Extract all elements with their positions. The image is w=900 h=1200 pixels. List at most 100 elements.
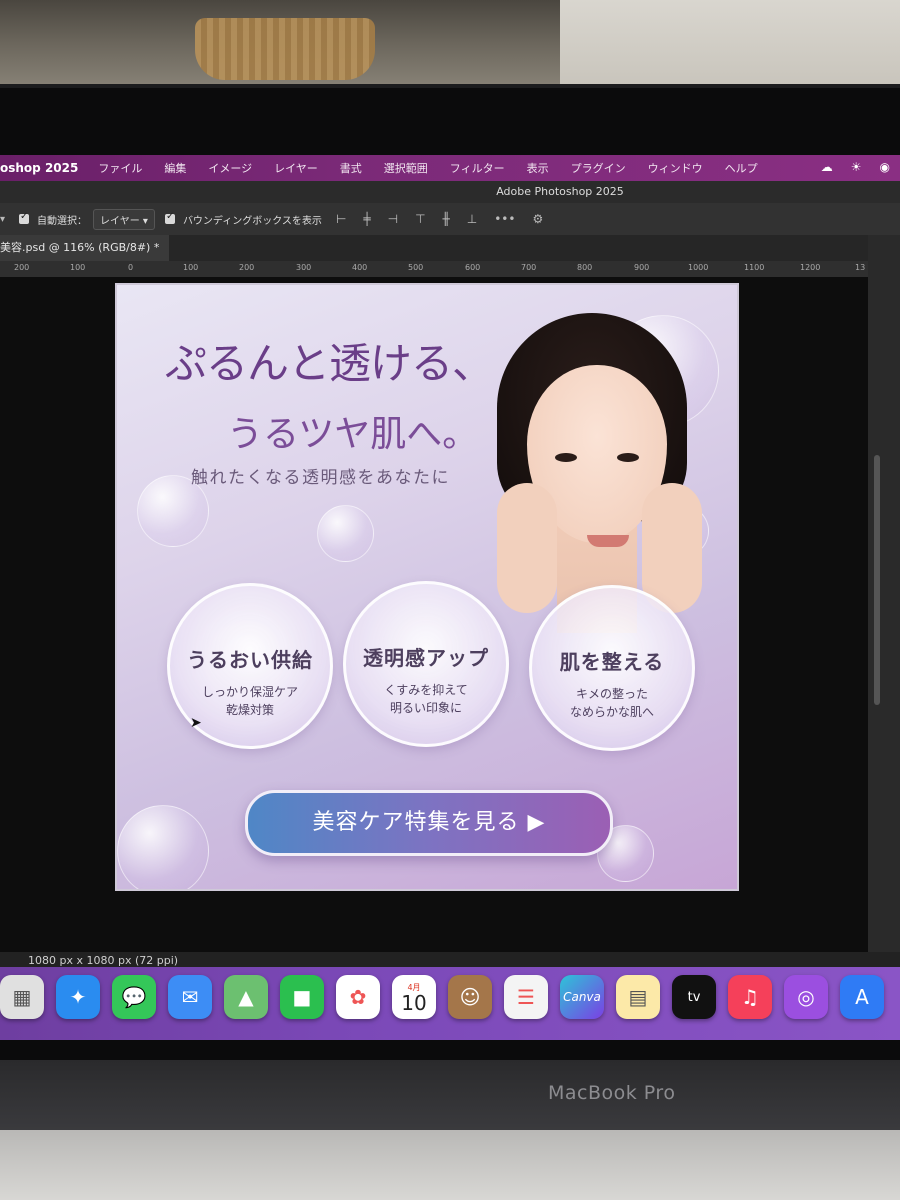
align-left-icon[interactable]: ⊢ [336,212,346,226]
ruler-tick: 900 [634,263,650,272]
feature-title: 透明感アップ [363,646,489,670]
auto-select-value: レイヤー [100,215,140,227]
menu-view[interactable]: 表示 [527,160,549,176]
ruler-tick: 1200 [800,263,821,272]
align-bottom-icon[interactable]: ⊥ [467,212,477,226]
menu-file[interactable]: ファイル [98,160,142,176]
canva-icon[interactable]: Canva [560,975,604,1019]
move-tool-chevron-icon[interactable]: ▾ [0,214,5,225]
model-eye [555,453,577,462]
menu-edit[interactable]: 編集 [164,160,186,176]
podcasts-icon[interactable]: ◎ [784,975,828,1019]
status-icons: ☁ ☀ ◉ [821,160,890,174]
vertical-scrollbar[interactable] [874,455,880,705]
laptop-brand: MacBook Pro [548,1082,676,1104]
window-title-bar: Adobe Photoshop 2025 [0,181,900,203]
photos-icon[interactable]: ✿ [336,975,380,1019]
ruler-tick: 100 [70,263,86,272]
background-wall [560,0,900,90]
calendar-day: 10 [401,990,427,1015]
auto-select-label: 自動選択： [37,215,88,227]
options-bar: ▾ 自動選択： レイヤー ▾ バウンディングボックスを表示 ⊢ ╪ ⊣ ⊤ ╫ … [0,203,900,235]
safari-icon[interactable]: ✦ [56,975,100,1019]
align-tools: ⊢ ╪ ⊣ ⊤ ╫ ⊥ ••• ⚙ [336,212,543,226]
apple-tv-label: tv [687,989,701,1005]
apple-tv-icon[interactable]: tv [672,975,716,1019]
artwork[interactable]: ぷるんと透ける、 うるツヤ肌へ。 触れたくなる透明感をあなたに うるおい供給 し… [115,283,739,891]
menu-image[interactable]: イメージ [208,160,252,176]
feature-text: くすみを抑えて 明るい印象に [346,681,506,717]
facetime-icon[interactable]: ■ [280,975,324,1019]
bubble-decoration [317,505,374,562]
feature-title: 肌を整える [559,650,665,674]
tagline: 触れたくなる透明感をあなたに [191,468,450,488]
mail-icon[interactable]: ✉ [168,975,212,1019]
move-cursor-icon: ➤ [190,715,202,731]
document-tab-bar: 美容.psd @ 116% (RGB/8#) * [0,235,900,261]
model-hand-right [642,483,702,613]
feature-text: キメの整った なめらかな肌へ [532,685,692,721]
model-lips [587,535,629,547]
headline-line1: ぷるんと透ける、 [165,339,494,388]
brightness-icon[interactable]: ☀ [851,160,862,174]
ruler-tick: 400 [352,263,368,272]
app-store-icon[interactable]: A [840,975,884,1019]
creative-cloud-icon[interactable]: ☁ [821,160,833,174]
feature-line: 明るい印象に [389,701,462,715]
maps-icon[interactable]: ▲ [224,975,268,1019]
launchpad-icon[interactable]: ▦ [0,975,44,1019]
auto-select-dropdown[interactable]: レイヤー ▾ [93,208,155,230]
feature-circle-texture: 肌を整える キメの整った なめらかな肌へ [529,585,695,751]
menu-help[interactable]: ヘルプ [725,160,758,176]
screen: oshop 2025 ファイル 編集 イメージ レイヤー 書式 選択範囲 フィル… [0,155,900,1040]
feature-line: なめらかな肌へ [569,705,654,719]
document-tab[interactable]: 美容.psd @ 116% (RGB/8#) * [0,235,170,261]
menu-select[interactable]: 選択範囲 [384,160,428,176]
feature-title: うるおい供給 [187,648,313,672]
reminders-icon[interactable]: ☰ [504,975,548,1019]
menu-layer[interactable]: レイヤー [274,160,318,176]
gear-icon[interactable]: ⚙ [532,212,543,226]
messages-icon[interactable]: 💬 [112,975,156,1019]
dock-icons: ▦ ✦ 💬 ✉ ▲ ■ ✿ 4月 10 ☺ ☰ Canva ▤ tv ♫ ◎ A [0,975,884,1019]
cta-button[interactable]: 美容ケア特集を見る ▶ [245,790,613,856]
feature-line: くすみを抑えて [384,683,468,697]
calendar-icon[interactable]: 4月 10 [392,975,436,1019]
document-size: 1080 px x 1080 px (72 ppi) [28,954,179,967]
align-top-icon[interactable]: ⊤ [415,212,425,226]
horizontal-ruler: 200 100 0 100 200 300 400 500 600 700 80… [0,261,868,278]
dock: ▦ ✦ 💬 ✉ ▲ ■ ✿ 4月 10 ☺ ☰ Canva ▤ tv ♫ ◎ A [0,967,900,1040]
auto-select-checkbox[interactable] [19,211,30,224]
right-panel-strip [868,235,900,955]
ruler-tick: 600 [465,263,481,272]
laptop-chassis [0,1060,900,1130]
menu-type[interactable]: 書式 [340,160,362,176]
menu-plugins[interactable]: プラグイン [571,160,626,176]
contacts-icon[interactable]: ☺ [448,975,492,1019]
ruler-tick: 800 [577,263,593,272]
app-name[interactable]: oshop 2025 [0,161,78,175]
bounding-box-label: バウンディングボックスを表示 [182,215,322,227]
ruler-tick: 100 [183,263,199,272]
ruler-tick: 500 [408,263,424,272]
align-middle-icon[interactable]: ╫ [443,212,450,226]
feature-line: キメの整った [575,687,648,701]
ruler-tick: 200 [14,263,30,272]
ruler-tick: 300 [296,263,312,272]
bubble-decoration [117,805,209,889]
menu-filter[interactable]: フィルター [450,160,505,176]
model-hand-left [497,483,557,613]
music-icon[interactable]: ♫ [728,975,772,1019]
more-options-button[interactable]: ••• [494,212,515,226]
table-surface [0,1130,900,1200]
ruler-tick: 1000 [688,263,709,272]
menu-window[interactable]: ウィンドウ [648,160,703,176]
headline-line2: うるツヤ肌へ。 [227,414,479,455]
feature-text: しっかり保湿ケア 乾燥対策 [170,683,330,719]
feature-line: しっかり保湿ケア [201,685,298,699]
align-right-icon[interactable]: ⊣ [388,212,398,226]
align-center-icon[interactable]: ╪ [363,212,370,226]
wifi-icon[interactable]: ◉ [880,160,890,174]
bounding-box-checkbox[interactable] [164,211,175,224]
notes-icon[interactable]: ▤ [616,975,660,1019]
